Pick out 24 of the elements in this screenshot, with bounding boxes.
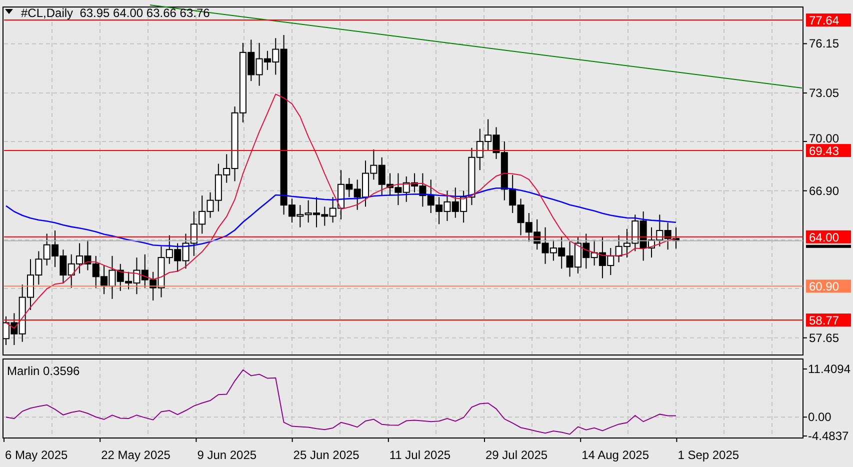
axis-label: 73.05 bbox=[809, 86, 840, 100]
axis-label: 70.00 bbox=[809, 132, 840, 146]
date-label: 11 Jul 2025 bbox=[389, 448, 451, 462]
price-text: 64.00 bbox=[809, 230, 840, 244]
date-label: 14 Aug 2025 bbox=[582, 448, 649, 462]
date-label: 25 Jun 2025 bbox=[293, 448, 360, 462]
axis-label: -4.4837 bbox=[808, 429, 849, 443]
price-text: 58.77 bbox=[809, 314, 840, 328]
axis-label: 76.15 bbox=[809, 36, 840, 51]
dropdown-triangle-icon[interactable] bbox=[5, 9, 13, 14]
price-text: 77.64 bbox=[809, 14, 840, 28]
indicator-label: Marlin 0.3596 bbox=[7, 364, 80, 378]
price-text: 69.43 bbox=[809, 144, 840, 158]
axis-label: 66.90 bbox=[809, 184, 840, 198]
axis-label: 11.4094 bbox=[808, 362, 850, 376]
date-label: 29 Jul 2025 bbox=[486, 448, 548, 462]
axis-label: 57.65 bbox=[809, 330, 840, 345]
date-label: 9 Jun 2025 bbox=[197, 448, 257, 462]
date-label: 6 May 2025 bbox=[5, 448, 68, 462]
date-label: 22 May 2025 bbox=[101, 448, 170, 462]
price-text: 60.90 bbox=[809, 280, 840, 294]
axis-label: 0.00 bbox=[808, 410, 832, 424]
current-price-marker bbox=[806, 244, 851, 248]
date-label: 1 Sep 2025 bbox=[678, 448, 740, 462]
